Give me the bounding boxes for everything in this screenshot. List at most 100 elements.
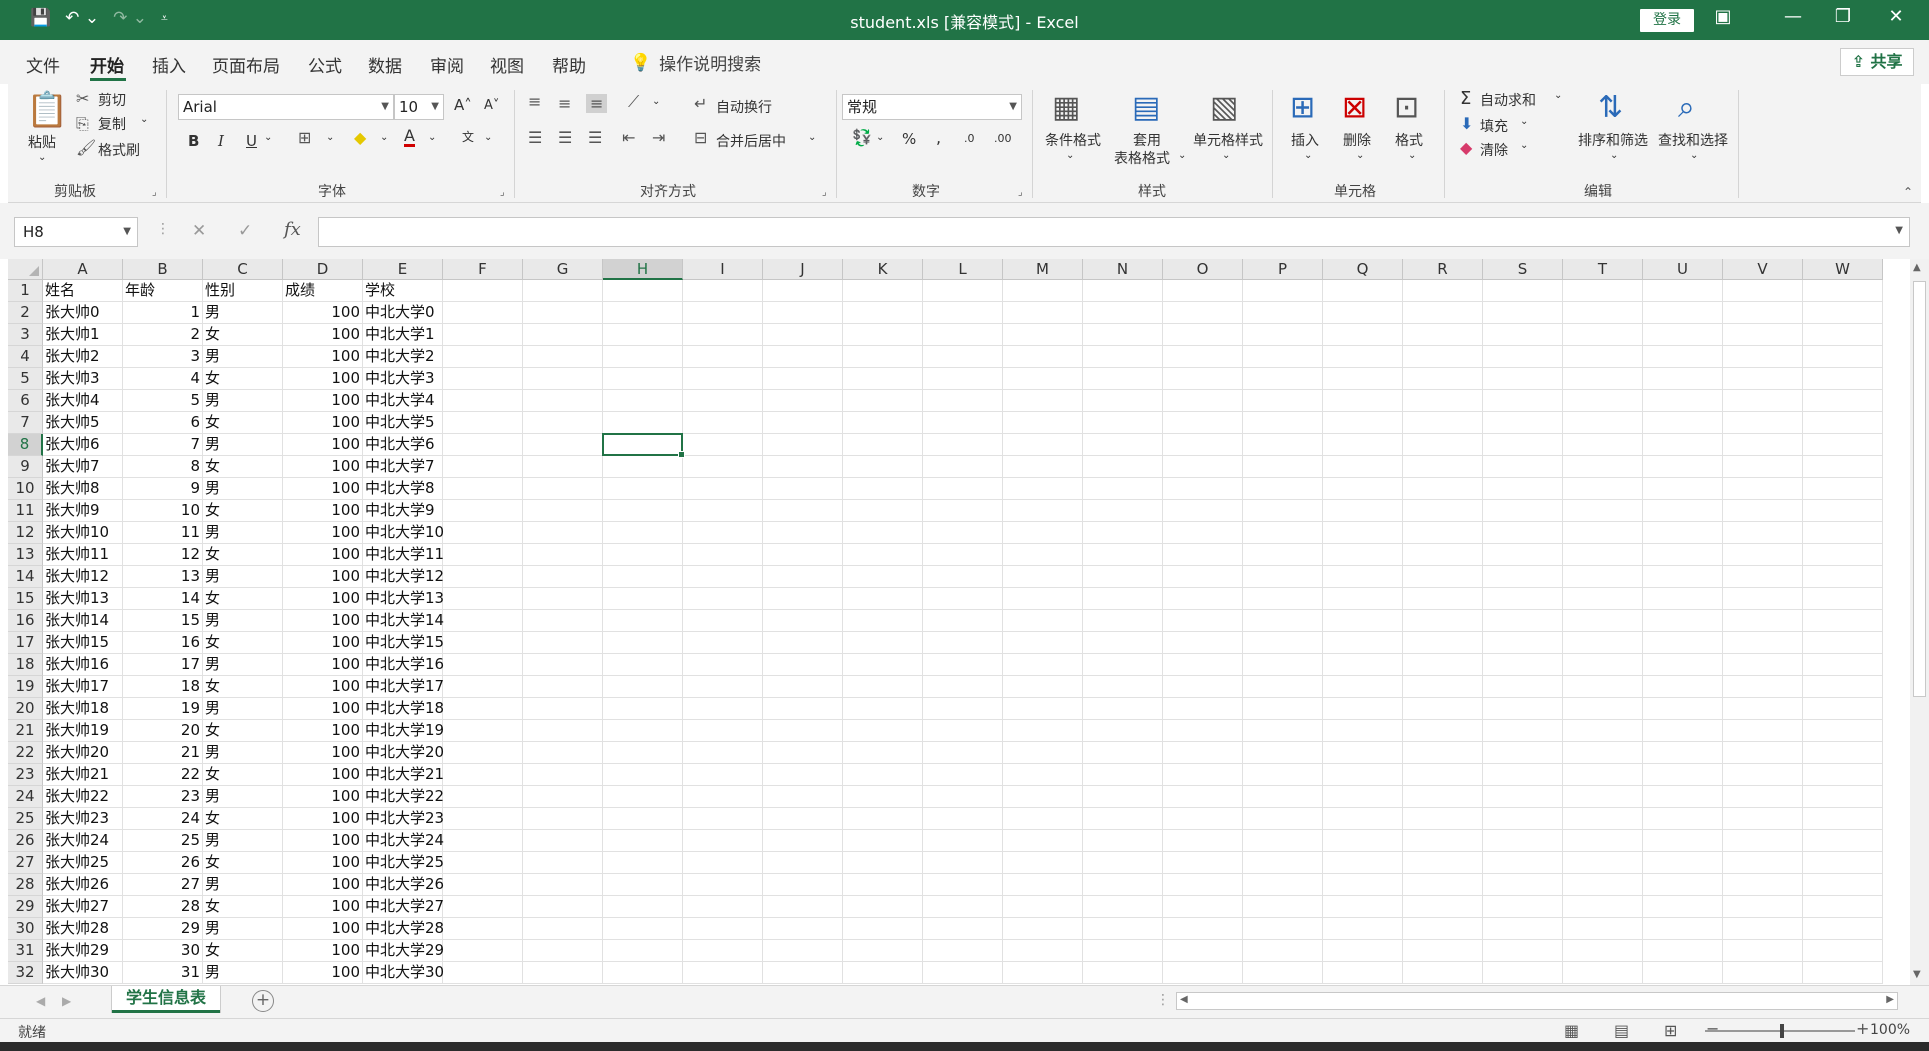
cell-U22[interactable] xyxy=(1643,742,1723,764)
cell-H11[interactable] xyxy=(603,500,683,522)
cell-A18[interactable]: 张大帅16 xyxy=(43,654,123,676)
cell-C15[interactable]: 女 xyxy=(203,588,283,610)
cell-D3[interactable]: 100 xyxy=(283,324,363,346)
cell-R23[interactable] xyxy=(1403,764,1483,786)
cell-T29[interactable] xyxy=(1563,896,1643,918)
cell-styles-dropdown-icon[interactable]: ⌄ xyxy=(1222,150,1230,161)
name-box[interactable]: H8 ▼ xyxy=(14,217,138,247)
column-header[interactable]: I xyxy=(683,259,763,280)
cell-L8[interactable] xyxy=(923,434,1003,456)
cell-U17[interactable] xyxy=(1643,632,1723,654)
cell-H21[interactable] xyxy=(603,720,683,742)
cell-C26[interactable]: 男 xyxy=(203,830,283,852)
cell-L4[interactable] xyxy=(923,346,1003,368)
cell-C31[interactable]: 女 xyxy=(203,940,283,962)
cell-G32[interactable] xyxy=(523,962,603,984)
column-header[interactable]: E xyxy=(363,259,443,280)
cell-G27[interactable] xyxy=(523,852,603,874)
row-header[interactable]: 1 xyxy=(8,280,43,302)
cell-R13[interactable] xyxy=(1403,544,1483,566)
cell-N20[interactable] xyxy=(1083,698,1163,720)
cell-H32[interactable] xyxy=(603,962,683,984)
cell-W15[interactable] xyxy=(1803,588,1883,610)
cell-W26[interactable] xyxy=(1803,830,1883,852)
cell-C32[interactable]: 男 xyxy=(203,962,283,984)
row-header[interactable]: 16 xyxy=(8,610,43,632)
cell-A11[interactable]: 张大帅9 xyxy=(43,500,123,522)
phonetic-guide-icon[interactable]: 文 xyxy=(462,128,474,145)
cell-D25[interactable]: 100 xyxy=(283,808,363,830)
cell-H1[interactable] xyxy=(603,280,683,302)
cell-F6[interactable] xyxy=(443,390,523,412)
cell-E15[interactable]: 中北大学13 xyxy=(363,588,444,610)
cell-K30[interactable] xyxy=(843,918,923,940)
cell-P17[interactable] xyxy=(1243,632,1323,654)
cell-I22[interactable] xyxy=(683,742,763,764)
cell-W9[interactable] xyxy=(1803,456,1883,478)
worksheet-grid[interactable]: A B C D E F G H I J K L M N O P Q R S T U V W 1 姓名 年龄 性别 成绩 学校 2 张大帅0 1… xyxy=(8,259,1910,985)
cell-N15[interactable] xyxy=(1083,588,1163,610)
cell-N26[interactable] xyxy=(1083,830,1163,852)
cell-V18[interactable] xyxy=(1723,654,1803,676)
cell-V4[interactable] xyxy=(1723,346,1803,368)
cell-H10[interactable] xyxy=(603,478,683,500)
cell-H7[interactable] xyxy=(603,412,683,434)
cell-P19[interactable] xyxy=(1243,676,1323,698)
cell-B27[interactable]: 26 xyxy=(123,852,203,874)
column-header[interactable]: C xyxy=(203,259,283,280)
cell-C29[interactable]: 女 xyxy=(203,896,283,918)
cell-styles-button[interactable]: 单元格样式 xyxy=(1186,130,1270,150)
cell-O2[interactable] xyxy=(1163,302,1243,324)
cell-T19[interactable] xyxy=(1563,676,1643,698)
column-header[interactable]: K xyxy=(843,259,923,280)
cell-M27[interactable] xyxy=(1003,852,1083,874)
cell-W2[interactable] xyxy=(1803,302,1883,324)
cell-K31[interactable] xyxy=(843,940,923,962)
cell-I13[interactable] xyxy=(683,544,763,566)
cell-I24[interactable] xyxy=(683,786,763,808)
cell-P22[interactable] xyxy=(1243,742,1323,764)
tell-me-search[interactable]: 💡 操作说明搜索 xyxy=(630,50,761,76)
cell-J17[interactable] xyxy=(763,632,843,654)
cell-O1[interactable] xyxy=(1163,280,1243,302)
cell-P31[interactable] xyxy=(1243,940,1323,962)
cell-P7[interactable] xyxy=(1243,412,1323,434)
cell-O23[interactable] xyxy=(1163,764,1243,786)
cell-G11[interactable] xyxy=(523,500,603,522)
cell-M1[interactable] xyxy=(1003,280,1083,302)
cut-icon[interactable]: ✂ xyxy=(76,89,89,108)
column-header[interactable]: V xyxy=(1723,259,1803,280)
cell-M26[interactable] xyxy=(1003,830,1083,852)
cell-E30[interactable]: 中北大学28 xyxy=(363,918,444,940)
cell-S25[interactable] xyxy=(1483,808,1563,830)
cell-O19[interactable] xyxy=(1163,676,1243,698)
cell-C24[interactable]: 男 xyxy=(203,786,283,808)
cell-P29[interactable] xyxy=(1243,896,1323,918)
cell-W16[interactable] xyxy=(1803,610,1883,632)
cell-D8[interactable]: 100 xyxy=(283,434,363,456)
cell-M12[interactable] xyxy=(1003,522,1083,544)
cell-S12[interactable] xyxy=(1483,522,1563,544)
cell-A2[interactable]: 张大帅0 xyxy=(43,302,123,324)
cell-G6[interactable] xyxy=(523,390,603,412)
column-header[interactable]: U xyxy=(1643,259,1723,280)
cell-E27[interactable]: 中北大学25 xyxy=(363,852,444,874)
row-header[interactable]: 26 xyxy=(8,830,43,852)
cell-B29[interactable]: 28 xyxy=(123,896,203,918)
cell-J11[interactable] xyxy=(763,500,843,522)
decrease-indent-icon[interactable]: ⇤ xyxy=(622,128,635,147)
cell-N3[interactable] xyxy=(1083,324,1163,346)
cell-O26[interactable] xyxy=(1163,830,1243,852)
cell-A14[interactable]: 张大帅12 xyxy=(43,566,123,588)
row-header[interactable]: 2 xyxy=(8,302,43,324)
cell-B31[interactable]: 30 xyxy=(123,940,203,962)
accounting-format-icon[interactable]: 💱 xyxy=(852,128,872,147)
cell-O12[interactable] xyxy=(1163,522,1243,544)
cell-U18[interactable] xyxy=(1643,654,1723,676)
font-size-combo[interactable]: 10 ▼ xyxy=(394,94,444,120)
cell-H9[interactable] xyxy=(603,456,683,478)
cell-J24[interactable] xyxy=(763,786,843,808)
cell-E31[interactable]: 中北大学29 xyxy=(363,940,444,962)
cell-K20[interactable] xyxy=(843,698,923,720)
cell-D17[interactable]: 100 xyxy=(283,632,363,654)
